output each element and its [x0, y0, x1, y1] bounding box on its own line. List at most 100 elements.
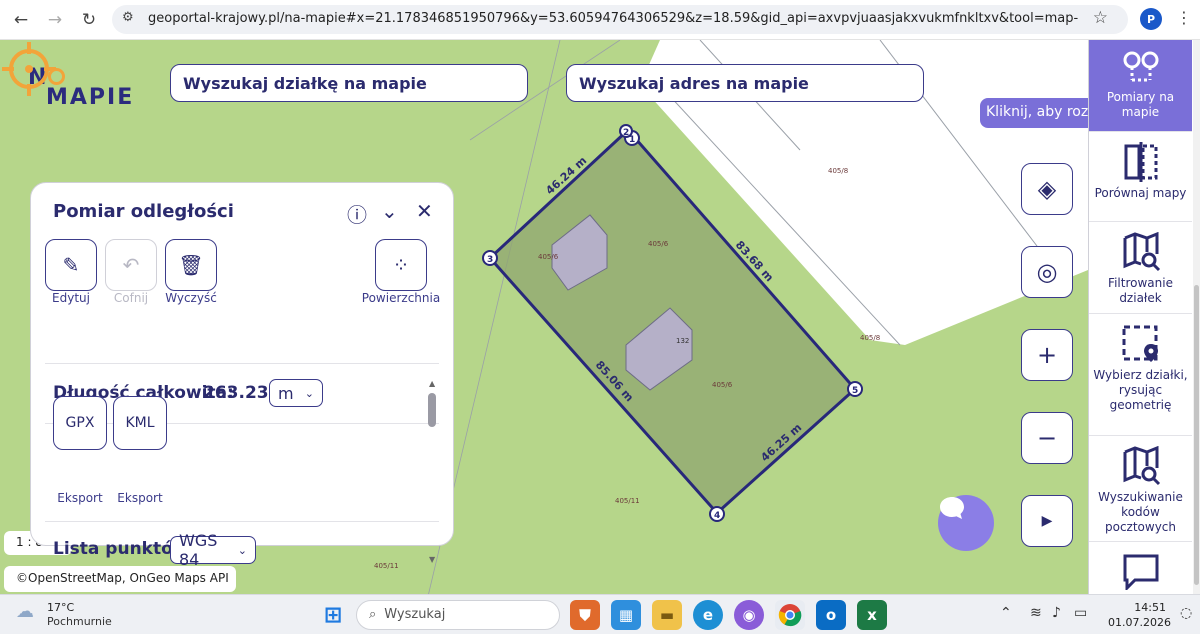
chat-icon	[1123, 554, 1158, 590]
vertex-marker[interactable]: 3	[482, 250, 498, 266]
wifi-icon[interactable]: ≋	[1030, 605, 1042, 621]
export-label: Eksport	[57, 491, 103, 505]
trash-icon: 🗑	[178, 253, 204, 277]
system-clock[interactable]: 14:51 01.07.2026	[1108, 600, 1171, 630]
site-info-icon[interactable]: ⚙	[122, 10, 134, 25]
svg-text:2: 2	[623, 128, 629, 138]
zoom-out-button[interactable]: −	[1021, 412, 1073, 464]
weather-description: Pochmurnie	[47, 615, 112, 628]
sidebar-item-postal-codes[interactable]: Wyszukiwanie kodów pocztowych	[1089, 436, 1192, 542]
scroll-thumb	[428, 393, 436, 427]
sidebar-item-label: Wyszukiwanie kodów pocztowych	[1098, 490, 1183, 534]
address-bar[interactable]: ⚙ geoportal-krajowy.pl/na-mapie#x=21.178…	[112, 5, 1128, 34]
crosshair-target-icon[interactable]	[0, 40, 58, 98]
profile-avatar[interactable]: P	[1140, 8, 1162, 30]
sidebar-item-label: Porównaj mapy	[1094, 186, 1187, 200]
select-area-icon	[1122, 325, 1158, 362]
chat-button[interactable]	[938, 495, 994, 551]
battery-icon[interactable]: ▭	[1074, 605, 1087, 621]
scroll-thumb[interactable]	[1194, 285, 1199, 585]
excel-app-icon[interactable]: x	[857, 600, 887, 630]
edge-browser-icon[interactable]: e	[693, 600, 723, 630]
layers-button[interactable]: ◈	[1021, 163, 1073, 215]
windows-start-icon[interactable]: ⊞	[318, 600, 348, 630]
locate-button[interactable]: ◎	[1021, 246, 1073, 298]
undo-icon: ↶	[122, 253, 140, 277]
click-tooltip: Kliknij, aby rozpocząć	[980, 98, 1088, 128]
svg-text:3: 3	[487, 255, 493, 265]
zoom-in-button[interactable]: +	[1021, 329, 1073, 381]
points-list-label: Lista punktów	[53, 539, 189, 559]
windows-taskbar: ☁ 17°C Pochmurnie ⊞ ⌕ Wyszukaj ⛊ ▦ ▬ e ◉ …	[0, 594, 1200, 634]
address-search-input[interactable]: Wyszukaj adres na mapie	[566, 64, 924, 102]
divider	[45, 363, 439, 364]
sidebar-item-feedback[interactable]	[1089, 542, 1192, 594]
back-icon[interactable]: ←	[8, 7, 34, 33]
chevron-right-icon: ▶	[1041, 513, 1053, 529]
parcel-label: 405/6	[712, 381, 733, 389]
parcel-label: 405/8	[860, 334, 880, 342]
app-circle-icon[interactable]: ◉	[734, 600, 764, 630]
map-search-icon	[1123, 446, 1160, 486]
clock-time: 14:51	[1134, 601, 1166, 614]
crs-select[interactable]: WGS 84 ⌄	[170, 531, 256, 569]
bookmark-star-icon[interactable]: ☆	[1093, 8, 1108, 28]
logo-text: MAPIE	[46, 85, 135, 110]
chevron-down-icon: ⌄	[237, 543, 247, 557]
area-label: Powierzchnia	[361, 291, 441, 305]
page-scrollbar[interactable]	[1193, 40, 1200, 594]
browser-toolbar: ← → ↻ ⚙ geoportal-krajowy.pl/na-mapie#x=…	[0, 0, 1200, 40]
vertex-marker[interactable]: 4	[709, 506, 725, 522]
sidebar-item-compare[interactable]: Porównaj mapy	[1089, 132, 1192, 222]
sidebar-item-label: Filtrowanie działek	[1108, 276, 1173, 305]
parcel-search-input[interactable]: Wyszukaj działkę na mapie	[170, 64, 528, 102]
temperature: 17°C	[47, 601, 75, 614]
svg-text:5: 5	[852, 386, 858, 396]
export-gpx-button[interactable]: GPX	[53, 396, 107, 450]
url-text[interactable]: geoportal-krajowy.pl/na-mapie#x=21.17834…	[148, 11, 1078, 26]
forward-icon[interactable]: →	[42, 7, 68, 33]
clear-button[interactable]: 🗑	[165, 239, 217, 291]
layers-icon: ◈	[1037, 175, 1057, 203]
edit-button[interactable]: ✎	[45, 239, 97, 291]
sidebar-item-label: Wybierz działki, rysując geometrię	[1093, 368, 1188, 412]
undo-button[interactable]: ↶	[105, 239, 157, 291]
panel-scrollbar[interactable]: ▲ ▼	[427, 379, 437, 569]
notification-icon[interactable]: ◌	[1180, 605, 1192, 621]
security-app-icon[interactable]: ⛊	[570, 600, 600, 630]
area-button[interactable]: ⁘	[375, 239, 427, 291]
sidebar-item-label: Pomiary na mapie	[1106, 90, 1175, 119]
sidebar-item-filter-parcels[interactable]: Filtrowanie działek	[1089, 222, 1192, 314]
tray-chevron-up-icon[interactable]: ⌃	[1000, 605, 1012, 621]
taskbar-search[interactable]: ⌕ Wyszukaj	[356, 600, 560, 630]
export-kml-button[interactable]: KML	[113, 396, 167, 450]
volume-icon[interactable]: ♪	[1052, 605, 1061, 621]
close-icon[interactable]: ✕	[416, 199, 433, 223]
menu-dots-icon[interactable]: ⋮	[1176, 8, 1192, 27]
chevron-down-icon[interactable]: ⌄	[381, 199, 398, 223]
vertex-marker[interactable]: 2	[619, 124, 633, 138]
chrome-browser-icon[interactable]	[775, 600, 805, 630]
sidebar-item-draw-select[interactable]: Wybierz działki, rysując geometrię	[1089, 314, 1192, 436]
clock-date: 01.07.2026	[1108, 616, 1171, 629]
search-label: Wyszukaj	[384, 607, 446, 622]
calculator-app-icon[interactable]: ▦	[611, 600, 641, 630]
total-length-value: 263.23	[203, 383, 269, 403]
unit-select[interactable]: m ⌄	[269, 379, 323, 407]
expand-button[interactable]: ▶	[1021, 495, 1073, 547]
help-icon[interactable]: ⓘ	[347, 199, 367, 228]
parcel-label: 405/11	[615, 497, 640, 505]
chat-bubble-icon	[940, 497, 964, 519]
sidebar-item-measure[interactable]: Pomiary na mapie	[1089, 40, 1192, 132]
scroll-down-icon: ▼	[429, 555, 436, 564]
plus-icon: +	[1036, 341, 1058, 369]
pencil-icon: ✎	[62, 253, 80, 277]
file-explorer-icon[interactable]: ▬	[652, 600, 682, 630]
map-canvas[interactable]: 46.24 m 83.68 m 85.06 m 46.25 m 405/8 40…	[0, 40, 1088, 594]
vertex-marker[interactable]: 5	[847, 381, 863, 397]
panel-title: Pomiar odległości	[53, 201, 234, 222]
reload-icon[interactable]: ↻	[76, 7, 102, 33]
map-attribution[interactable]: ©OpenStreetMap, OnGeo Maps API	[4, 566, 236, 592]
outlook-app-icon[interactable]: o	[816, 600, 846, 630]
tools-sidebar: Pomiary na mapie Porównaj mapy Filtrowan…	[1088, 40, 1200, 594]
